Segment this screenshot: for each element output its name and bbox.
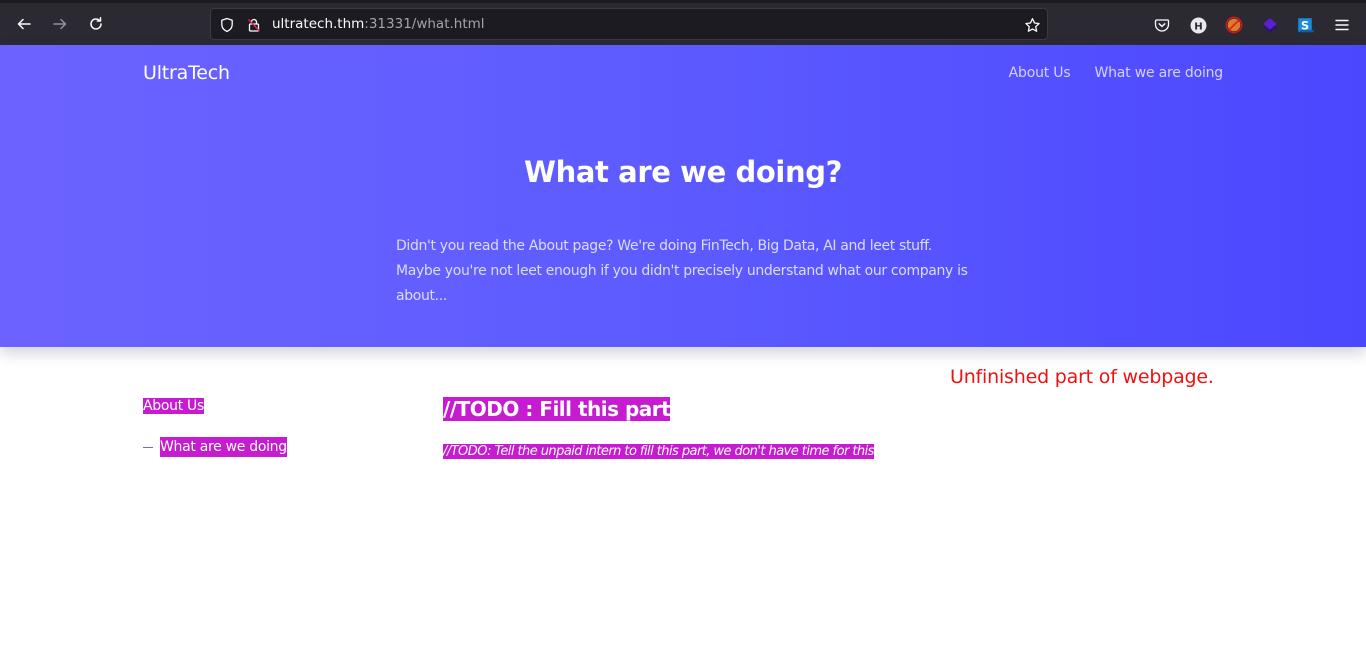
extension-s-icon[interactable]: S <box>1295 15 1315 35</box>
tracking-protection-shield-icon[interactable] <box>218 16 236 34</box>
sidebar-item-label[interactable]: What are we doing <box>160 437 287 457</box>
back-icon <box>17 18 31 30</box>
hero-section: UltraTech About Us What we are doing Wha… <box>0 45 1366 347</box>
back-button[interactable] <box>10 10 38 38</box>
forward-icon <box>53 18 67 30</box>
todo-paragraph-text: //TODO: Tell the unpaid intern to fill t… <box>443 444 874 459</box>
reload-icon <box>90 17 102 30</box>
nav-what-we-are-doing[interactable]: What we are doing <box>1094 65 1223 81</box>
forward-button[interactable] <box>46 10 74 38</box>
extension-blocked-icon[interactable] <box>1224 15 1244 35</box>
pocket-icon[interactable] <box>1152 15 1172 35</box>
todo-paragraph: //TODO: Tell the unpaid intern to fill t… <box>443 441 874 462</box>
menu-hamburger-icon[interactable] <box>1332 15 1352 35</box>
url-host: ultratech.thm <box>272 16 365 32</box>
svg-text:H: H <box>1194 21 1202 32</box>
url-text[interactable]: ultratech.thm:31331/what.html <box>272 16 485 32</box>
sidebar-item-what-are-we-doing[interactable]: What are we doing <box>143 437 287 457</box>
hero-description: Didn't you read the About page? We're do… <box>396 238 968 304</box>
bookmark-star-icon[interactable] <box>1023 16 1041 34</box>
todo-heading-text: //TODO : Fill this part <box>443 397 671 421</box>
todo-heading: //TODO : Fill this part <box>443 396 671 423</box>
reload-button[interactable] <box>82 10 110 38</box>
sidebar-item-about-us[interactable]: About Us <box>143 396 204 416</box>
insecure-lock-icon[interactable] <box>245 16 263 34</box>
url-path: :31331/what.html <box>364 16 485 32</box>
extension-layers-icon[interactable] <box>1260 15 1280 35</box>
page-title: What are we doing? <box>523 155 842 189</box>
brand-logo[interactable]: UltraTech <box>143 62 230 84</box>
browser-toolbar: ultratech.thm:31331/what.html H S <box>0 0 1366 45</box>
top-nav: About Us What we are doing <box>1009 65 1224 81</box>
nav-about-us[interactable]: About Us <box>1009 65 1071 81</box>
extension-h-icon[interactable]: H <box>1188 15 1208 35</box>
annotation-label: Unfinished part of webpage. <box>950 366 1214 388</box>
active-indicator-dash <box>143 446 153 448</box>
svg-text:S: S <box>1301 20 1309 33</box>
address-bar[interactable]: ultratech.thm:31331/what.html <box>210 8 1048 40</box>
sidebar-item-label[interactable]: About Us <box>143 398 204 414</box>
